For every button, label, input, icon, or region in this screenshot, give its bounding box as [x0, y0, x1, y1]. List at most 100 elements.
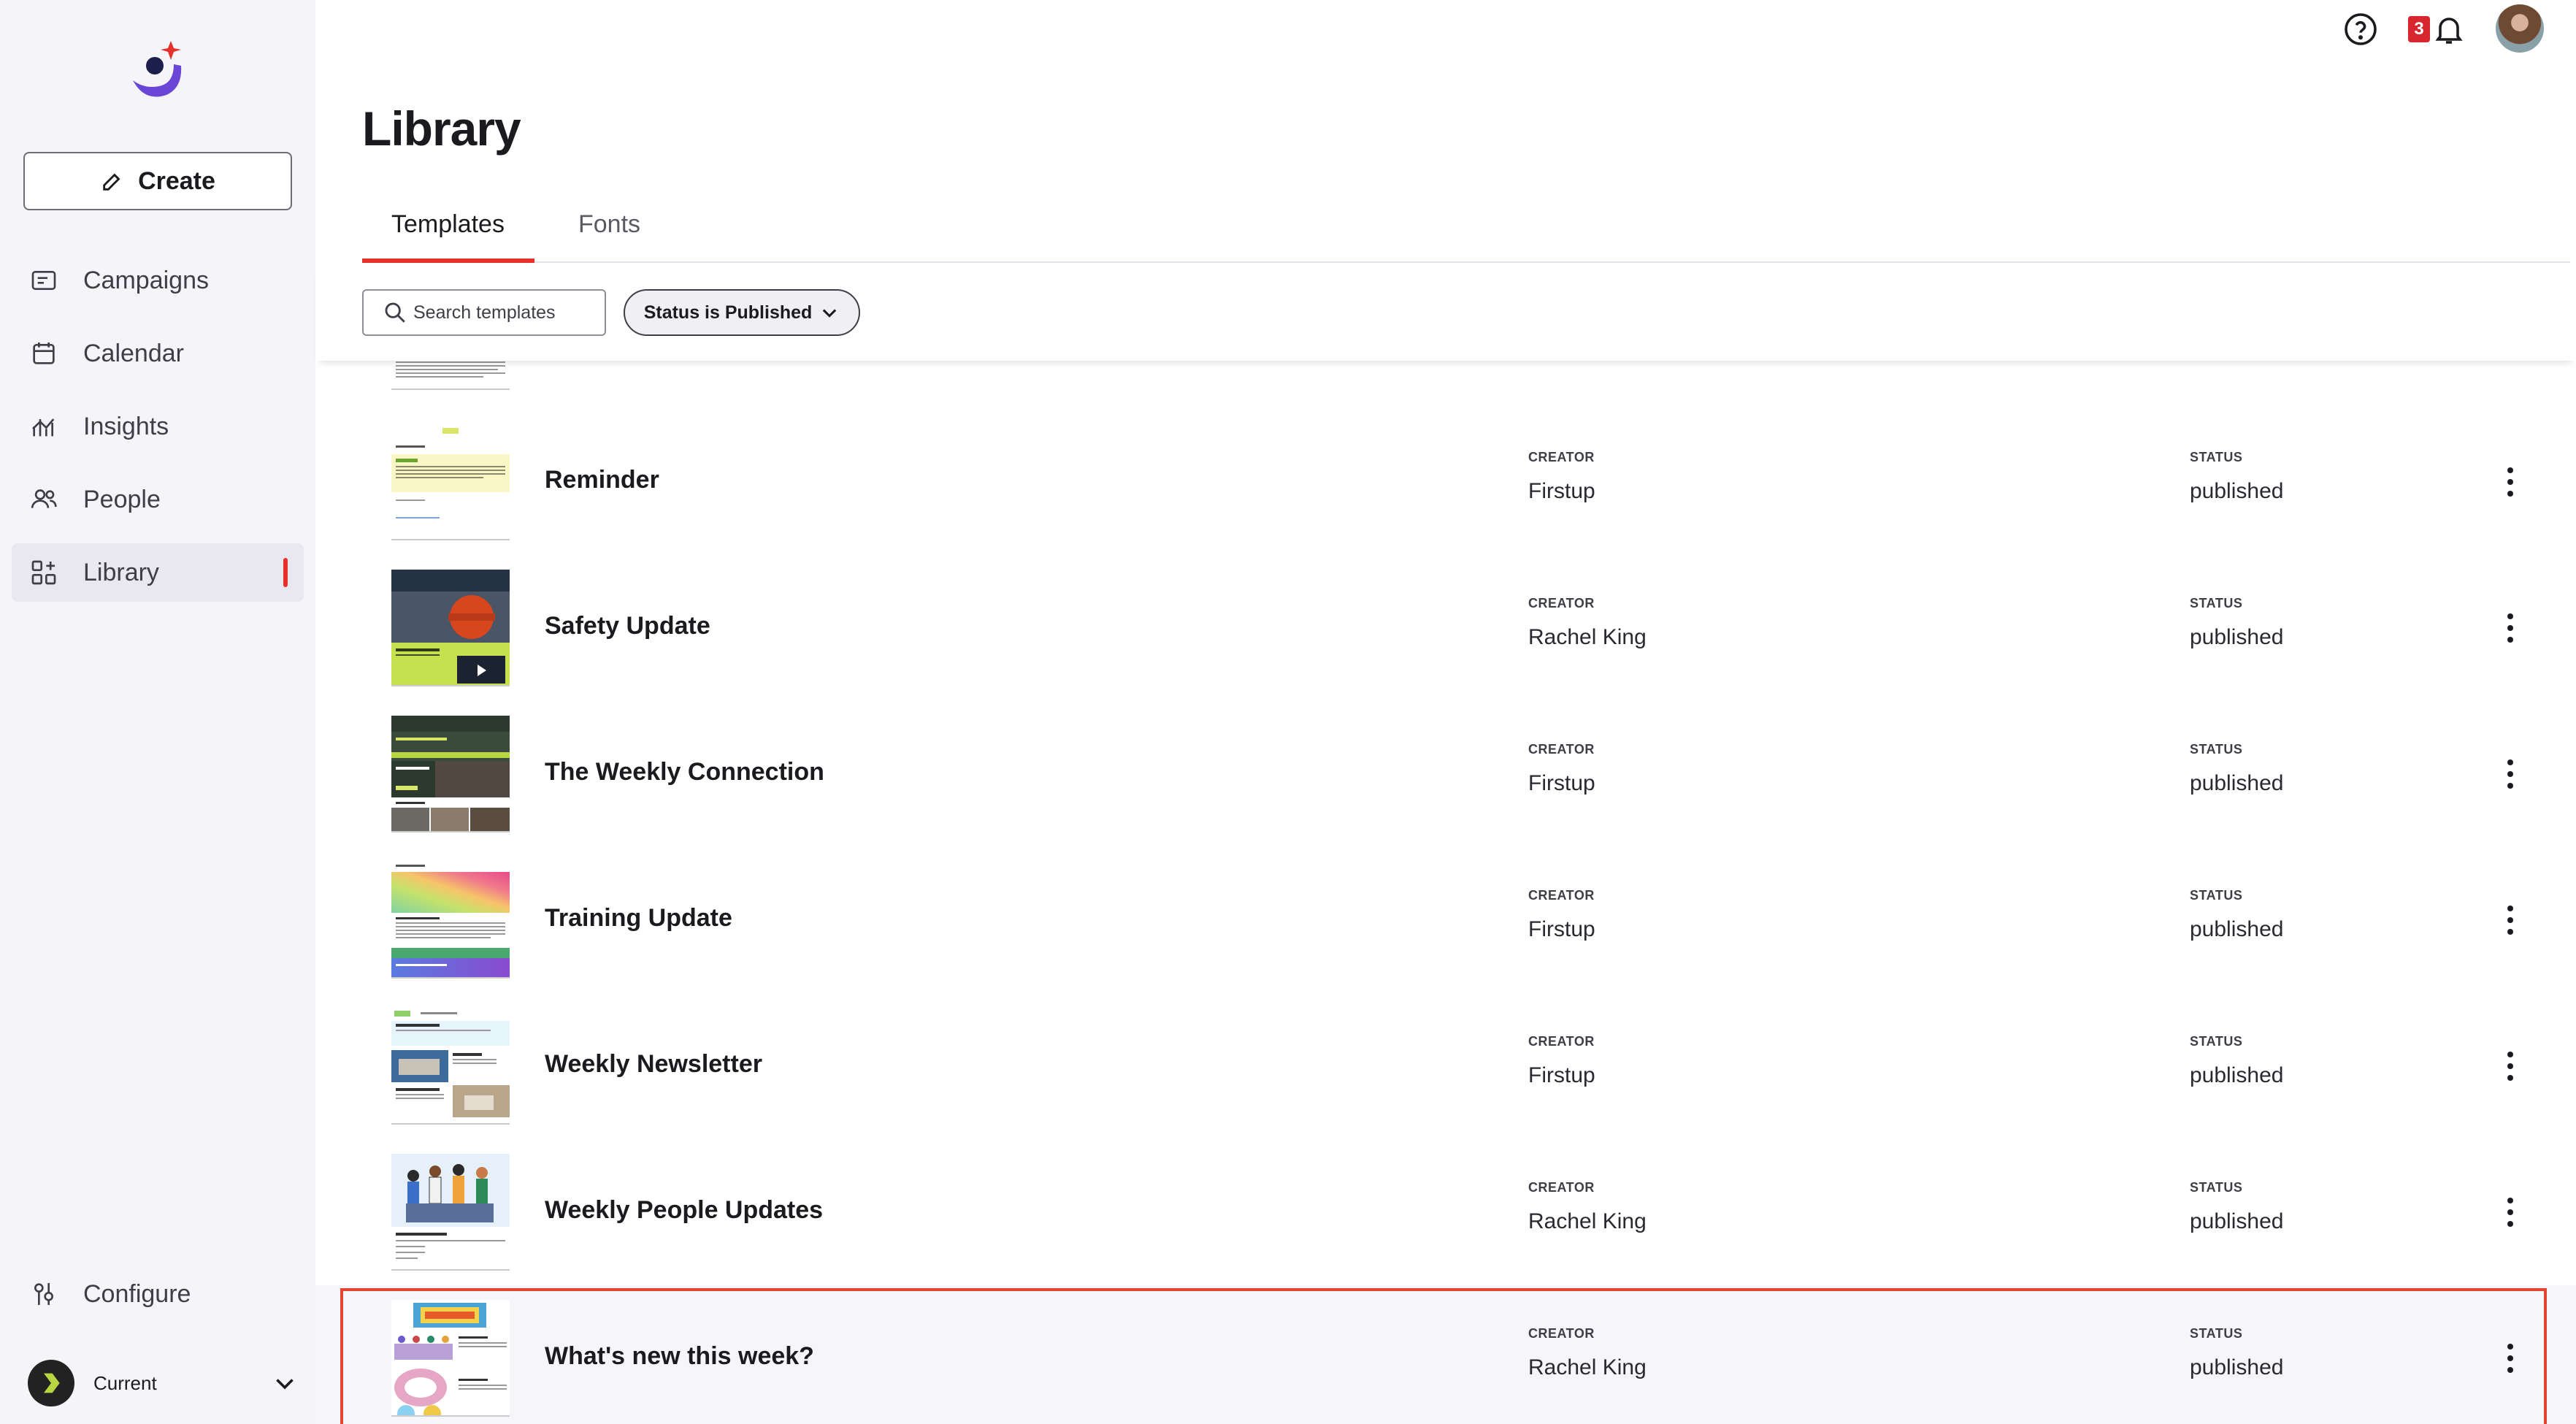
workspace-label: Current	[93, 1371, 157, 1394]
template-title[interactable]: Training Update	[545, 904, 732, 933]
table-row[interactable]: Reminder CREATOR Firstup STATUS publishe…	[315, 409, 2576, 555]
more-options-icon[interactable]	[2502, 1044, 2519, 1088]
workspace-switcher[interactable]: Current	[28, 1357, 298, 1409]
template-thumbnail	[391, 716, 510, 832]
template-thumbnail	[391, 424, 510, 540]
table-row[interactable]: Safety Update CREATOR Rachel King STATUS…	[315, 555, 2576, 701]
more-options-icon[interactable]	[2502, 606, 2519, 650]
sidebar-item-label: Calendar	[83, 339, 184, 367]
creator-value: Firstup	[1528, 1063, 1595, 1087]
sidebar-item-insights[interactable]: Insights	[12, 397, 304, 456]
campaigns-icon	[28, 264, 60, 296]
table-row[interactable]: The Weekly Connection CREATOR Firstup ST…	[315, 701, 2576, 847]
more-options-icon[interactable]	[2502, 1190, 2519, 1234]
status-value: published	[2190, 625, 2284, 649]
template-thumbnail	[391, 1008, 510, 1125]
template-thumbnail	[391, 1154, 510, 1271]
sidebar-item-label: Insights	[83, 412, 169, 440]
status-filter-dropdown[interactable]: Status is Published	[624, 289, 860, 336]
tab-label: Templates	[391, 210, 505, 238]
workspace-logo-icon	[28, 1360, 74, 1406]
notification-count-badge[interactable]: 3	[2408, 16, 2430, 42]
creator-value: Firstup	[1528, 917, 1595, 941]
creator-header: CREATOR	[1528, 742, 1595, 757]
status-value: published	[2190, 771, 2284, 795]
configure-icon	[28, 1278, 60, 1310]
template-title[interactable]: Safety Update	[545, 612, 710, 640]
creator-header: CREATOR	[1528, 1180, 1595, 1195]
edit-icon	[103, 173, 120, 191]
more-options-icon[interactable]	[2502, 460, 2519, 504]
template-thumbnail	[391, 361, 510, 390]
search-input[interactable]	[413, 302, 603, 324]
template-thumbnail	[391, 1300, 510, 1417]
calendar-icon	[28, 337, 60, 370]
search-box[interactable]	[362, 289, 606, 336]
template-list: Reminder CREATOR Firstup STATUS publishe…	[315, 361, 2576, 1424]
creator-value: Firstup	[1528, 479, 1595, 503]
table-row[interactable]	[315, 361, 2576, 405]
table-row[interactable]: Weekly People Updates CREATOR Rachel Kin…	[315, 1139, 2576, 1285]
sidebar-item-calendar[interactable]: Calendar	[12, 324, 304, 383]
tab-label: Fonts	[578, 210, 641, 238]
library-icon	[28, 556, 60, 589]
sidebar-item-people[interactable]: People	[12, 470, 304, 529]
sidebar-item-library[interactable]: Library	[12, 543, 304, 602]
people-icon	[28, 483, 60, 516]
sidebar: Create Campaigns Calendar Insights Peopl…	[0, 0, 315, 1424]
sidebar-item-label: Campaigns	[83, 266, 209, 294]
table-row[interactable]: Training Update CREATOR Firstup STATUS p…	[315, 847, 2576, 993]
status-value: published	[2190, 1209, 2284, 1233]
search-icon	[385, 302, 405, 323]
create-button-label: Create	[138, 166, 215, 195]
status-value: published	[2190, 917, 2284, 941]
status-value: published	[2190, 1063, 2284, 1087]
status-header: STATUS	[2190, 742, 2243, 757]
user-avatar[interactable]	[2496, 4, 2544, 53]
tab-templates[interactable]: Templates	[391, 210, 505, 263]
create-button[interactable]: Create	[23, 152, 292, 210]
more-options-icon[interactable]	[2502, 1336, 2519, 1380]
bell-icon[interactable]	[2431, 12, 2466, 47]
template-title[interactable]: Weekly People Updates	[545, 1196, 823, 1225]
status-value: published	[2190, 1355, 2284, 1379]
sidebar-item-label: People	[83, 485, 161, 513]
table-row-selected[interactable]: What's new this week? CREATOR Rachel Kin…	[315, 1285, 2576, 1424]
app-root: Create Campaigns Calendar Insights Peopl…	[0, 0, 2576, 1424]
template-title[interactable]: The Weekly Connection	[545, 758, 824, 786]
sidebar-item-configure[interactable]: Configure	[12, 1265, 304, 1323]
template-title[interactable]: Reminder	[545, 466, 659, 494]
status-header: STATUS	[2190, 1326, 2243, 1341]
creator-header: CREATOR	[1528, 1326, 1595, 1341]
status-header: STATUS	[2190, 888, 2243, 903]
active-tab-indicator	[362, 259, 534, 263]
tab-bar: Templates Fonts	[362, 197, 2570, 263]
status-header: STATUS	[2190, 450, 2243, 464]
sidebar-item-campaigns[interactable]: Campaigns	[12, 251, 304, 310]
tab-fonts[interactable]: Fonts	[578, 210, 640, 263]
chevron-down-icon	[276, 1379, 294, 1390]
creator-value: Firstup	[1528, 771, 1595, 795]
list-toolbar: Status is Published	[315, 264, 2576, 361]
sidebar-item-label: Library	[83, 558, 159, 586]
creator-header: CREATOR	[1528, 450, 1595, 464]
page-title: Library	[362, 102, 521, 156]
app-logo[interactable]	[130, 38, 188, 102]
status-header: STATUS	[2190, 1180, 2243, 1195]
template-title[interactable]: Weekly Newsletter	[545, 1050, 762, 1079]
table-row[interactable]: Weekly Newsletter CREATOR Firstup STATUS…	[315, 993, 2576, 1139]
status-value: published	[2190, 479, 2284, 503]
chevron-down-icon	[823, 309, 837, 318]
template-title[interactable]: What's new this week?	[545, 1342, 814, 1371]
creator-value: Rachel King	[1528, 625, 1647, 649]
creator-value: Rachel King	[1528, 1355, 1647, 1379]
creator-header: CREATOR	[1528, 1034, 1595, 1049]
creator-header: CREATOR	[1528, 596, 1595, 610]
more-options-icon[interactable]	[2502, 898, 2519, 942]
more-options-icon[interactable]	[2502, 752, 2519, 796]
help-icon[interactable]	[2343, 12, 2378, 47]
template-thumbnail	[391, 570, 510, 686]
insights-icon	[28, 410, 60, 443]
template-thumbnail	[391, 862, 510, 979]
status-header: STATUS	[2190, 1034, 2243, 1049]
